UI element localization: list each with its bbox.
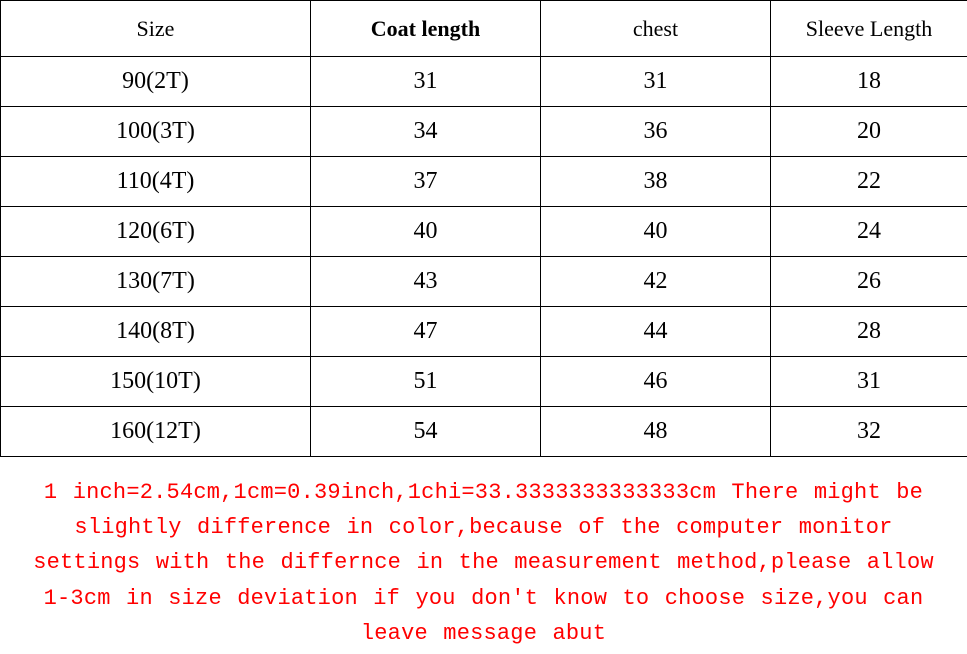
cell-size: 120(6T)	[1, 207, 311, 257]
cell-coat-length: 40	[311, 207, 541, 257]
cell-chest: 42	[541, 257, 771, 307]
cell-sleeve-length: 32	[771, 407, 967, 457]
cell-sleeve-length: 22	[771, 157, 967, 207]
table-row: 160(12T) 54 48 32	[1, 407, 967, 457]
cell-size: 130(7T)	[1, 257, 311, 307]
cell-coat-length: 31	[311, 57, 541, 107]
cell-sleeve-length: 18	[771, 57, 967, 107]
cell-sleeve-length: 20	[771, 107, 967, 157]
cell-sleeve-length: 24	[771, 207, 967, 257]
note-text: 1 inch=2.54cm,1cm=0.39inch,1chi=33.33333…	[20, 475, 947, 651]
cell-coat-length: 37	[311, 157, 541, 207]
table-row: 150(10T) 51 46 31	[1, 357, 967, 407]
cell-chest: 38	[541, 157, 771, 207]
table-row: 90(2T) 31 31 18	[1, 57, 967, 107]
table-body: 90(2T) 31 31 18 100(3T) 34 36 20 110(4T)…	[1, 57, 967, 457]
cell-size: 100(3T)	[1, 107, 311, 157]
cell-chest: 31	[541, 57, 771, 107]
cell-coat-length: 43	[311, 257, 541, 307]
page-container: Size Coat length chest Sleeve Length 90(…	[0, 0, 967, 654]
cell-chest: 48	[541, 407, 771, 457]
size-chart-table: Size Coat length chest Sleeve Length 90(…	[0, 0, 967, 457]
header-chest: chest	[541, 1, 771, 57]
cell-size: 140(8T)	[1, 307, 311, 357]
table-row: 140(8T) 47 44 28	[1, 307, 967, 357]
header-coat-length: Coat length	[311, 1, 541, 57]
table-row: 130(7T) 43 42 26	[1, 257, 967, 307]
cell-coat-length: 47	[311, 307, 541, 357]
table-row: 100(3T) 34 36 20	[1, 107, 967, 157]
cell-coat-length: 54	[311, 407, 541, 457]
table-row: 110(4T) 37 38 22	[1, 157, 967, 207]
table-row: 120(6T) 40 40 24	[1, 207, 967, 257]
cell-coat-length: 34	[311, 107, 541, 157]
cell-sleeve-length: 28	[771, 307, 967, 357]
cell-size: 110(4T)	[1, 157, 311, 207]
cell-chest: 46	[541, 357, 771, 407]
header-size: Size	[1, 1, 311, 57]
header-row: Size Coat length chest Sleeve Length	[1, 1, 967, 57]
cell-sleeve-length: 31	[771, 357, 967, 407]
cell-size: 90(2T)	[1, 57, 311, 107]
cell-chest: 44	[541, 307, 771, 357]
cell-sleeve-length: 26	[771, 257, 967, 307]
header-sleeve-length: Sleeve Length	[771, 1, 967, 57]
cell-chest: 36	[541, 107, 771, 157]
cell-coat-length: 51	[311, 357, 541, 407]
cell-size: 150(10T)	[1, 357, 311, 407]
cell-chest: 40	[541, 207, 771, 257]
table-header: Size Coat length chest Sleeve Length	[1, 1, 967, 57]
note-area: 1 inch=2.54cm,1cm=0.39inch,1chi=33.33333…	[0, 457, 967, 651]
cell-size: 160(12T)	[1, 407, 311, 457]
